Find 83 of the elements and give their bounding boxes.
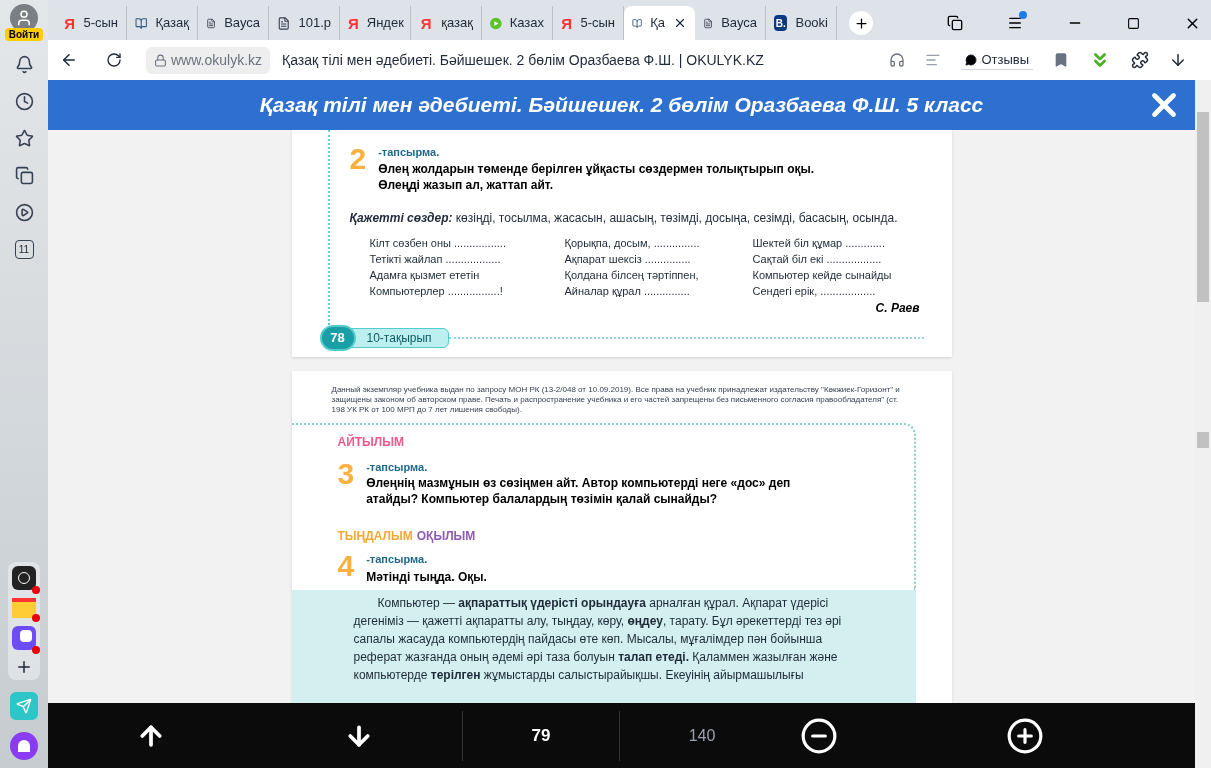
task-number: 2	[349, 144, 367, 177]
poem-line: Компьютерлер .................!	[369, 283, 504, 299]
tab-title: Казах	[509, 14, 544, 33]
download-icon[interactable]	[1169, 51, 1187, 69]
tab-title: 5-сын	[83, 14, 118, 33]
page-number: 78	[319, 324, 356, 351]
letter-icon: B.	[774, 15, 788, 31]
poem-line: Сақтай біл екі ..................	[752, 251, 883, 267]
section-heading: ТЫҢДАЛЫМ	[337, 528, 413, 545]
task-number: 3	[337, 458, 355, 492]
tab-title: 5-сын	[580, 14, 615, 33]
current-page-field[interactable]: 79	[463, 722, 619, 749]
task-label: -тапсырма.	[366, 552, 429, 567]
tab-title: Яндек	[366, 14, 404, 33]
zoom-out-button[interactable]	[800, 716, 838, 755]
yandex-icon: Я	[348, 15, 359, 31]
needed-words: көзіңді, тосылма, жасасын, ашасың, төзімді, досыңа, сезімді, басасың, осында.	[455, 210, 898, 225]
tab-title: қазақ	[441, 14, 473, 33]
poem-line: Қорықпа, досым, ...............	[564, 235, 701, 251]
task-text: Өлең жолдарын төменде берілген ұйқасты сөздермен толықтырып оқы. Өлеңді жазып ал, жаттап айт.	[378, 160, 816, 193]
domain-field[interactable]: www.okulyk.kz	[146, 46, 271, 74]
tab-title: Booki	[795, 14, 828, 33]
reload-icon[interactable]	[106, 52, 122, 68]
tab-title: Вауса	[224, 14, 260, 33]
task-text: Өлеңнің мазмұнын өз сөзіңмен айт. Автор компьютерді неге «дос» деп атайды? Компьютер балалардың төзімін қалай сынайды?	[366, 475, 792, 507]
task-text: Мәтінді тыңда. Оқы.	[366, 568, 487, 586]
total-pages: 140	[687, 725, 717, 746]
play-icon	[490, 15, 502, 31]
plus-icon	[853, 15, 869, 31]
yandex-icon: Я	[561, 15, 573, 31]
poem-line: Ақпарат шексіз ...............	[564, 251, 692, 267]
new-tab-button[interactable]	[849, 11, 873, 35]
section-heading: АЙТЫЛЫМ	[337, 434, 405, 449]
author: С. Раев	[875, 299, 920, 317]
yandex-icon: Я	[64, 15, 76, 31]
assistant-icon[interactable]	[10, 732, 38, 760]
task-label: -тапсырма.	[378, 145, 441, 160]
bookmark-icon[interactable]	[1053, 52, 1069, 68]
collections-icon[interactable]	[14, 166, 34, 185]
poem-line: Сендегі ерік, ..................	[752, 283, 877, 299]
star-icon[interactable]	[14, 129, 34, 148]
tab-title: Қа	[650, 14, 665, 33]
yandex-icon: Я	[419, 15, 434, 31]
copyright-notice: Данный экземпляр учебника выдан по запросу МОН РК (13-2/048 от 10.09.2019). Все права на учебник принадлежат издательству "Көкжиек-Горизонт" и защищены законом об авторском праве. Печать и распространение учебника и его частей запрещены без письменного согласия правообладателя" (ст. 198 УК РК от 100 МРП до 7 лет лишения свободы).	[330, 384, 901, 415]
poem-line: Айналар құрал ...............	[564, 283, 691, 299]
task-label: -тапсырма.	[366, 459, 429, 475]
bell-icon[interactable]	[14, 55, 34, 74]
book-icon	[135, 15, 148, 31]
add-icon[interactable]	[15, 658, 33, 676]
poem-line: Қолдана білсең тәртіппен,	[564, 267, 700, 283]
document-icon	[277, 15, 291, 31]
back-icon[interactable]	[60, 51, 78, 69]
extension-icon[interactable]	[1131, 51, 1149, 69]
section-heading: ОҚЫЛЫМ	[416, 528, 476, 545]
tab-counter[interactable]: 11	[14, 240, 34, 259]
poem-line: Кілт сөзбен оны .................	[369, 235, 507, 251]
tab-title: 101.р	[298, 14, 331, 33]
zoom-in-button[interactable]	[1006, 716, 1044, 755]
reader-icon[interactable]	[925, 52, 942, 68]
reading-text: Компьютер — ақпараттық үдерісті орындауға арналған құрал. Ақпарат үдерісі дегеніміз — қажетті ақпаратты алу, тыңдау, көру, өңдеу, тарату. Бұл әрекеттерді тез әрі сапалы жасауда компьютердің пайдасы өте көп. Мысалы, мұғалімдер пән бойынша реферат жазғанда оның әдемі әрі таза болуын талап етеді. Қаламмен жазылған және компьютерде терілген жұмыстарды салыстырайықшы. Екеуінің айырмашылығы	[353, 594, 843, 684]
page-title: Қазақ тілі мен әдебиеті. Бәйшешек. 2 бөлім Оразбаева Ф.Ш. | OKULYK.KZ	[282, 50, 764, 70]
tab-title: Қазақ	[155, 14, 189, 33]
feedback-button[interactable]: Отзывы	[961, 49, 1033, 71]
speech-bubble-icon	[965, 53, 978, 66]
tab-title: Вауса	[721, 14, 757, 33]
headphones-icon[interactable]	[889, 52, 906, 68]
close-icon[interactable]	[673, 16, 687, 30]
play-icon[interactable]	[14, 203, 34, 222]
browser-tab[interactable]: Қа	[624, 6, 695, 40]
scrollbar[interactable]	[1195, 80, 1211, 768]
tabs-icon[interactable]	[947, 15, 963, 31]
domain-text: www.okulyk.kz	[171, 50, 263, 70]
task-number: 4	[337, 551, 355, 584]
poem-line: Шектей біл құмар .............	[752, 235, 886, 251]
history-icon[interactable]	[14, 92, 34, 111]
lock-icon	[154, 53, 167, 67]
poem-line: Тетікті жайлап ..................	[369, 251, 502, 267]
login-button[interactable]: Войти	[4, 28, 44, 41]
poem-line: Адамға қызмет ететін	[369, 267, 481, 283]
poem-line: Компьютер кейде сынайды	[752, 267, 893, 283]
needed-words-label: Қажетті сөздер:	[349, 210, 453, 225]
restore-icon[interactable]	[1127, 16, 1140, 30]
book-title: Қазақ тілі мен әдебиеті. Бәйшешек. 2 бөлім Оразбаева Ф.Ш. 5 класс	[259, 92, 984, 119]
